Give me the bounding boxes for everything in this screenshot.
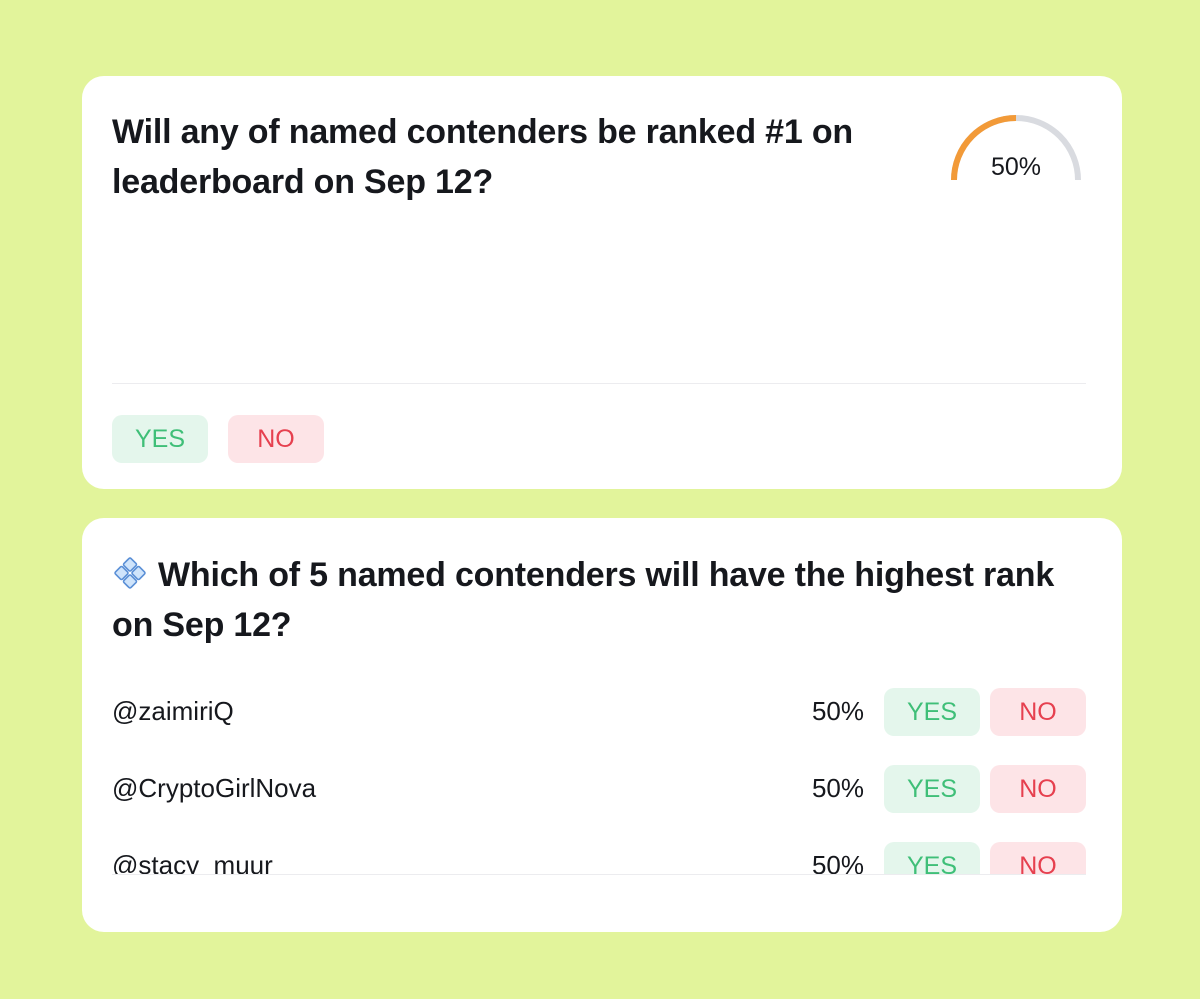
no-button[interactable]: NO xyxy=(990,842,1086,874)
probability-value: 50% xyxy=(990,153,1042,181)
outcome-list[interactable]: Which of 5 named contenders will have th… xyxy=(82,518,1122,874)
outcome-percent: 50% xyxy=(811,850,864,874)
probability-gauge: 50% xyxy=(948,114,1084,186)
market-question[interactable]: Which of 5 named contenders will have th… xyxy=(112,550,1072,650)
outcome-name: @zaimiriQ xyxy=(112,696,234,726)
outcome-name: @stacy_muur xyxy=(112,850,273,874)
yes-button[interactable]: YES xyxy=(884,688,980,736)
market-card-2[interactable]: Which of 5 named contenders will have th… xyxy=(82,518,1122,932)
no-button[interactable]: NO xyxy=(228,415,324,463)
yes-button[interactable]: YES xyxy=(112,415,208,463)
market-question-text: Which of 5 named contenders will have th… xyxy=(112,556,1055,644)
outcome-name: @CryptoGirlNova xyxy=(112,773,317,803)
no-button[interactable]: NO xyxy=(990,765,1086,813)
market-question[interactable]: Will any of named contenders be ranked #… xyxy=(112,107,902,207)
yes-button[interactable]: YES xyxy=(884,765,980,813)
divider xyxy=(112,383,1086,384)
outcome-row[interactable]: @zaimiriQ 50% YES NO xyxy=(82,688,1122,736)
outcome-row[interactable]: @stacy_muur 50% YES NO xyxy=(82,842,1122,874)
outcome-percent: 50% xyxy=(811,696,864,726)
diamond-grid-icon xyxy=(112,555,148,591)
no-button[interactable]: NO xyxy=(990,688,1086,736)
outcome-row[interactable]: @CryptoGirlNova 50% YES NO xyxy=(82,765,1122,813)
outcome-percent: 50% xyxy=(811,773,864,803)
market-card-1[interactable]: Will any of named contenders be ranked #… xyxy=(82,76,1122,489)
scroll-divider xyxy=(112,874,1086,875)
yes-button[interactable]: YES xyxy=(884,842,980,874)
